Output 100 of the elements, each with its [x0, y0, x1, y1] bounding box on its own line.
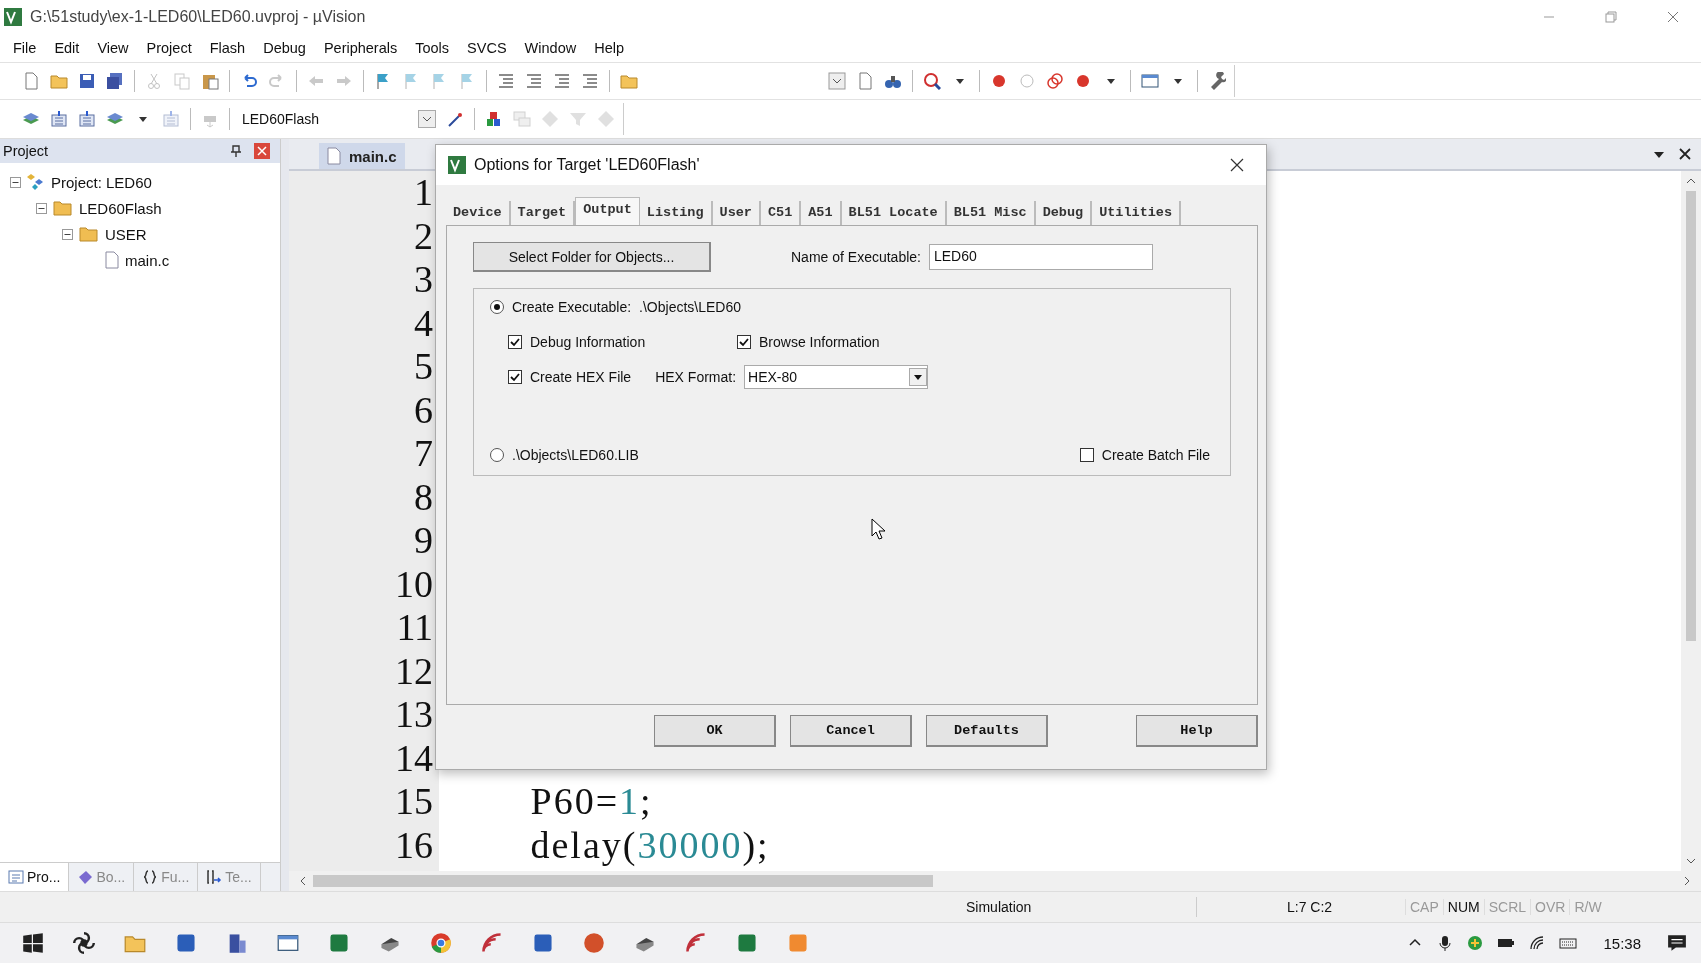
window-title: G:\51study\ex-1-LED60\LED60.uvproj - µVision	[30, 8, 366, 26]
document-app-icon[interactable]	[174, 932, 197, 954]
ide-app-icon[interactable]	[735, 932, 758, 954]
line-number: 10	[394, 562, 434, 606]
key-indicator: R/W	[1569, 899, 1606, 915]
line-number: 2	[413, 214, 434, 258]
collapse-toggle-icon[interactable]	[10, 176, 21, 188]
field-label: HEX Format:	[655, 369, 737, 386]
dialog-button[interactable]: Help	[1136, 715, 1258, 747]
clock[interactable]: 15:38	[1591, 934, 1653, 952]
checkbox[interactable]	[508, 370, 522, 385]
horizontal-scrollbar[interactable]	[289, 871, 1701, 891]
tree-item[interactable]: main.c	[125, 251, 170, 269]
circles-icon[interactable]	[1046, 72, 1064, 90]
plus-circle-icon[interactable]	[1467, 935, 1484, 951]
status-text: Simulation	[966, 899, 1033, 915]
paste-icon[interactable]	[201, 72, 219, 90]
radio-label: Create Executable:	[512, 299, 632, 316]
dialog-tab[interactable]: Output	[575, 197, 640, 225]
line-number: 5	[413, 345, 434, 389]
menu-item[interactable]: View	[88, 40, 138, 56]
window-icon[interactable]	[1141, 72, 1159, 90]
dialog-button[interactable]: OK	[654, 715, 776, 747]
dialog-title: Options for Target 'LED60Flash'	[474, 156, 700, 174]
uncomment-icon[interactable]	[581, 72, 599, 90]
file-icon	[327, 147, 341, 165]
key-indicator: OVR	[1530, 899, 1570, 915]
dialog-button[interactable]: Defaults	[926, 715, 1048, 747]
checkbox[interactable]	[1079, 447, 1094, 462]
vertical-scrollbar[interactable]	[1681, 171, 1701, 871]
indent-icon[interactable]	[497, 72, 515, 90]
menu-item[interactable]: Edit	[45, 40, 89, 56]
signal-app-icon[interactable]	[684, 932, 707, 954]
menu-item[interactable]: Debug	[254, 40, 315, 56]
menu-item[interactable]: Flash	[200, 40, 255, 56]
search-icon[interactable]	[923, 72, 941, 90]
line-number: 7	[413, 432, 434, 476]
dropdown-icon[interactable]	[828, 72, 846, 90]
menu-item[interactable]: Project	[137, 40, 201, 56]
signal-app-icon[interactable]	[480, 932, 503, 954]
executable-name-field[interactable]: LED60	[928, 244, 1153, 270]
comment-icon[interactable]	[553, 72, 571, 90]
radio-button[interactable]	[490, 300, 504, 315]
code-line: delay(30000);	[529, 823, 770, 867]
app-logo-icon	[448, 156, 466, 174]
keyboard-icon[interactable]	[1559, 935, 1578, 951]
panel-tab[interactable]: Pro...	[0, 863, 70, 891]
wifi-icon[interactable]	[1529, 935, 1546, 951]
menu-item[interactable]: Peripherals	[314, 40, 407, 56]
panel-title: Project	[3, 143, 49, 159]
close-icon[interactable]	[1230, 158, 1244, 172]
checkbox[interactable]	[508, 335, 522, 349]
dropdown-icon	[909, 368, 928, 387]
save-all-icon[interactable]	[106, 72, 124, 90]
tree-item[interactable]: Project: LED60	[51, 173, 152, 191]
batch-build-icon[interactable]	[78, 110, 96, 128]
microphone-icon[interactable]	[1437, 935, 1454, 951]
collapse-toggle-icon[interactable]	[36, 202, 47, 214]
notification-icon[interactable]	[1667, 934, 1687, 952]
chat-app-icon[interactable]	[531, 932, 554, 954]
spreadsheet-app-icon[interactable]	[327, 932, 350, 954]
line-number: 16	[394, 823, 434, 867]
radio-button[interactable]	[490, 447, 504, 462]
file-icon	[105, 251, 119, 269]
close-icon[interactable]	[1679, 148, 1691, 160]
breakpoint-icon[interactable]	[990, 72, 1008, 90]
select-folder-button[interactable]: Select Folder for Objects...	[473, 242, 711, 272]
menu-item[interactable]: SVCS	[458, 40, 516, 56]
save-icon[interactable]	[78, 72, 96, 90]
breakpoint-icon[interactable]	[1074, 72, 1092, 90]
line-number: 8	[413, 475, 434, 519]
tree-item[interactable]: USER	[105, 225, 147, 243]
outdent-icon[interactable]	[525, 72, 543, 90]
file-tab[interactable]: main.c	[319, 143, 405, 169]
browser-icon[interactable]	[429, 932, 452, 954]
menu-item[interactable]: File	[4, 40, 46, 56]
target-select[interactable]: LED60Flash	[240, 108, 436, 130]
window-icon[interactable]	[276, 932, 299, 954]
checkbox[interactable]	[737, 335, 751, 349]
hex-format-select[interactable]: HEX-80	[744, 365, 929, 390]
blocks-icon[interactable]	[485, 110, 503, 128]
menu-item[interactable]: Window	[515, 40, 586, 56]
code-line: P60=1;	[529, 780, 653, 824]
line-number: 14	[394, 736, 434, 780]
checkbox-label: Browse Information	[759, 334, 880, 350]
windows-logo-icon[interactable]	[21, 932, 44, 954]
fan-icon[interactable]	[72, 932, 95, 954]
menu-item[interactable]: Tools	[406, 40, 459, 56]
tree-item[interactable]: LED60Flash	[79, 199, 162, 217]
wand-icon[interactable]	[446, 110, 464, 128]
download-icon[interactable]	[50, 110, 68, 128]
line-number: 13	[394, 693, 434, 737]
pin-icon[interactable]	[230, 145, 242, 157]
menu-item[interactable]: Help	[585, 40, 633, 56]
line-number: 3	[413, 258, 434, 302]
collapse-toggle-icon[interactable]	[62, 228, 73, 240]
presentation-app-icon[interactable]	[582, 932, 605, 954]
dialog-button[interactable]: Cancel	[790, 715, 912, 747]
checkbox-label: Create HEX File	[530, 369, 632, 386]
output-path: .\Objects\LED60	[639, 299, 741, 316]
